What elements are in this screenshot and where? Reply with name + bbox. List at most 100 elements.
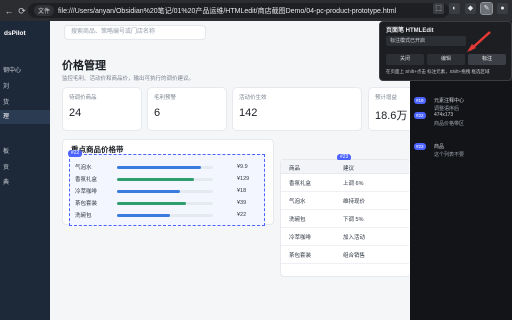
extension-icon-3[interactable]: ◆ [465, 3, 476, 14]
cell-product: 洗碗包 [289, 217, 306, 223]
table-header: 商品 建议 [281, 160, 409, 174]
kpi-label: 毛利预警 [154, 95, 177, 101]
bar-price-label: ¥39 [237, 200, 247, 206]
bar-price-label: ¥18 [237, 188, 247, 194]
kpi-card-margin-alert: 毛利预警 6 [147, 87, 227, 131]
bar [117, 201, 187, 205]
close-button[interactable]: 关闭 [386, 54, 424, 65]
bar-label: 冷萃咖啡 [75, 189, 98, 195]
cell-product: 香氛礼盒 [289, 181, 312, 187]
note-detail: 商品价格带区 [434, 121, 465, 127]
cell-advice: 组合销售 [343, 253, 366, 259]
sidebar-item-3[interactable]: 货 [0, 96, 50, 110]
main-content: 搜索商品、策略编号或门店名称 价格管理 监控毛利、活动价和商品价，输出可执行的调… [50, 21, 410, 320]
extension-bar: ⬚ ◐ ◆ ✎ ● [433, 2, 508, 15]
bar-label: 香氛礼盒 [75, 177, 98, 183]
cell-advice: 加入活动 [343, 235, 366, 241]
reload-icon[interactable]: ⟳ [17, 6, 27, 16]
kpi-value: 18.6万 [375, 110, 408, 122]
bar-track [117, 201, 213, 205]
bar-row: 冷萃咖啡 ¥18 [75, 186, 259, 196]
sidebar-item-7[interactable]: 典 [0, 176, 50, 190]
kpi-label: 预计增益 [375, 95, 398, 101]
note-title: 474x173 [434, 112, 454, 118]
note-title: 商品 [434, 144, 445, 150]
note-badge: #19 [414, 97, 426, 104]
price-band-card: 重点商品价格带 #22 气泡水 ¥9.9 香氛礼盒 ¥129 冷萃咖啡 ¥18 茶包套装 ¥3… [62, 139, 274, 226]
column-header-product: 商品 [289, 166, 301, 172]
bar-price-label: ¥22 [237, 212, 247, 218]
sidebar-item-6[interactable]: 贡 [0, 161, 50, 175]
note-detail: 调整语序后 [434, 106, 460, 112]
kpi-card-promo: 活动价生效 142 [232, 87, 362, 131]
bar-row: 气泡水 ¥9.9 [75, 162, 259, 172]
back-icon[interactable]: ← [4, 6, 14, 16]
bar [117, 213, 170, 217]
sidebar-item-price-management[interactable]: 理 [0, 110, 50, 124]
note-title: 元素注释中心 [434, 98, 465, 104]
url-text: file:///Users/anyan/Obsidian%20笔记/01%20产… [58, 7, 397, 15]
bar-price-label: ¥9.9 [237, 164, 248, 170]
table-row[interactable]: 洗碗包 下调 5% [281, 210, 409, 228]
bar-row: 洗碗包 ¥22 [75, 210, 259, 220]
cell-advice: 下调 5% [343, 217, 364, 223]
bar [117, 177, 194, 181]
cell-product: 冷萃咖啡 [289, 235, 312, 241]
extension-icon-2[interactable]: ◐ [449, 3, 460, 14]
bar [117, 189, 181, 193]
bar-track [117, 177, 213, 181]
htmledit-extension-icon[interactable]: ✎ [480, 2, 493, 15]
cell-product: 气泡水 [289, 199, 306, 205]
protocol-chip: 文件 [34, 5, 55, 16]
profile-icon[interactable]: ● [497, 3, 508, 14]
column-header-advice: 建议 [343, 166, 355, 172]
bar-track [117, 213, 213, 217]
note-detail: 这个列表不要 [434, 152, 465, 158]
annotation-notes-panel: #19 元素注释中心 调整语序后 #22 474x173 商品价格带区 #23 … [410, 81, 512, 320]
sidebar-item-2[interactable]: 刘 [0, 80, 50, 94]
table-row[interactable]: 茶包套装 组合销售 [281, 246, 409, 264]
page-title: 价格管理 [62, 60, 106, 72]
kpi-card-gain: 预计增益 18.6万 [368, 87, 410, 131]
bar-track [117, 165, 213, 169]
kpi-value: 24 [69, 107, 82, 119]
annotation-badge[interactable]: #22 [68, 150, 83, 157]
bar-label: 茶包套装 [75, 201, 98, 207]
table-row[interactable]: 冷萃咖啡 加入活动 [281, 228, 409, 246]
kpi-value: 6 [154, 107, 161, 119]
mode-status-field[interactable]: 标注模式已开启 [386, 36, 466, 46]
popup-hint: 在页面上 Shift+点击 标注元素，Shift+拖拽 框选区域 [386, 69, 490, 74]
address-bar[interactable]: 文件 file:///Users/anyan/Obsidian%20笔记/01%… [28, 3, 449, 18]
sidebar-item-5[interactable]: 板 [0, 145, 50, 159]
red-arrow-icon [467, 31, 491, 52]
note-badge: #23 [414, 143, 426, 150]
extension-icon-1[interactable]: ⬚ [433, 3, 444, 14]
cell-product: 茶包套装 [289, 253, 312, 259]
page-subtitle: 监控毛利、活动价和商品价，输出可执行的调价建议。 [62, 76, 195, 82]
search-input[interactable]: 搜索商品、策略编号或门店名称 [64, 25, 206, 40]
bar [117, 165, 202, 169]
edit-button[interactable]: 编辑 [427, 54, 465, 65]
cell-advice: 上调 6% [343, 181, 364, 187]
bar-track [117, 189, 213, 193]
annotate-button[interactable]: 标注 [468, 54, 506, 65]
note-badge: #22 [414, 112, 426, 119]
table-row[interactable]: 气泡水 维持现价 [281, 192, 409, 210]
kpi-value: 142 [239, 107, 258, 119]
bar-price-label: ¥129 [237, 176, 250, 182]
kpi-label: 活动价生效 [239, 95, 267, 101]
popup-title: 页面笔 HTMLEdit [386, 28, 434, 34]
kpi-card-pending: 待调价商品 24 [62, 87, 142, 131]
table-row[interactable]: 香氛礼盒 上调 6% [281, 174, 409, 192]
kpi-label: 待调价商品 [69, 95, 97, 101]
brand-name: dsPilot [4, 30, 26, 37]
cell-advice: 维持现价 [343, 199, 366, 205]
bar-label: 洗碗包 [75, 213, 92, 219]
sidebar-item-pricing-center[interactable]: 钢中心 [0, 64, 50, 78]
advice-table: #23 商品 建议 香氛礼盒 上调 6% 气泡水 维持现价 洗碗包 下调 5% … [280, 154, 410, 277]
sidebar: dsPilot 钢中心 刘 货 理 板 贡 典 [0, 21, 50, 320]
annotation-selection-box[interactable]: #22 气泡水 ¥9.9 香氛礼盒 ¥129 冷萃咖啡 ¥18 茶包套装 ¥39 洗碗包 ¥22 [68, 150, 265, 226]
bar-row: 茶包套装 ¥39 [75, 198, 259, 208]
bar-label: 气泡水 [75, 165, 92, 171]
bar-row: 香氛礼盒 ¥129 [75, 174, 259, 184]
